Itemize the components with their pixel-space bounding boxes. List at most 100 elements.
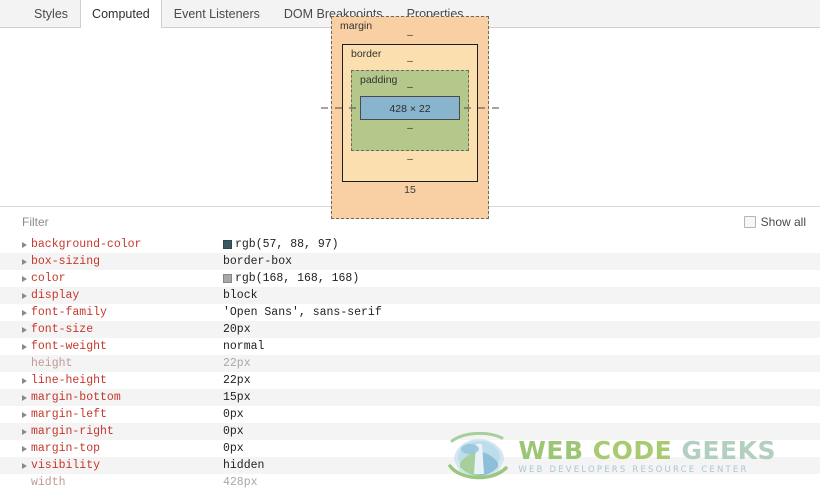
property-name: margin-left bbox=[31, 408, 107, 421]
property-name: visibility bbox=[31, 459, 101, 472]
expand-triangle-icon[interactable] bbox=[22, 309, 27, 316]
show-all-label: Show all bbox=[760, 214, 806, 229]
expand-triangle-icon[interactable] bbox=[22, 292, 27, 299]
tab-styles[interactable]: Styles bbox=[22, 0, 80, 27]
property-row[interactable]: height 22px bbox=[0, 355, 820, 372]
property-name: height bbox=[31, 357, 73, 370]
property-value-wrap: normal bbox=[223, 340, 264, 353]
expand-triangle-icon[interactable] bbox=[22, 445, 27, 452]
property-value: normal bbox=[223, 340, 265, 353]
box-model-margin-top-value[interactable]: – bbox=[342, 27, 478, 44]
property-row[interactable]: margin-left 0px bbox=[0, 406, 820, 423]
expand-triangle-icon[interactable] bbox=[22, 343, 27, 350]
expand-triangle-icon[interactable] bbox=[22, 411, 27, 418]
property-value: rgb(57, 88, 97) bbox=[235, 238, 339, 251]
property-value-wrap: 22px bbox=[223, 357, 251, 370]
property-value-wrap: 0px bbox=[223, 408, 244, 421]
expand-triangle-icon[interactable] bbox=[22, 394, 27, 401]
property-value: hidden bbox=[223, 459, 265, 472]
box-model-margin-bottom-value[interactable]: 15 bbox=[342, 182, 478, 198]
property-value: 15px bbox=[223, 391, 251, 404]
box-model-content-size: 428 × 22 bbox=[389, 102, 431, 115]
property-value-wrap: 'Open Sans', sans-serif bbox=[223, 306, 382, 319]
property-name: width bbox=[31, 476, 66, 489]
property-value-wrap: 428px bbox=[223, 476, 258, 489]
property-row[interactable]: margin-right 0px bbox=[0, 423, 820, 440]
expand-triangle-placeholder-icon bbox=[22, 361, 27, 367]
property-row[interactable]: display block bbox=[0, 287, 820, 304]
property-name: line-height bbox=[31, 374, 107, 387]
expand-triangle-placeholder-icon bbox=[22, 480, 27, 486]
tab-computed[interactable]: Computed bbox=[80, 0, 162, 28]
property-value: 0px bbox=[223, 442, 244, 455]
property-value: rgb(168, 168, 168) bbox=[235, 272, 360, 285]
property-name: font-family bbox=[31, 306, 107, 319]
expand-triangle-icon[interactable] bbox=[22, 258, 27, 265]
property-row[interactable]: margin-bottom 15px bbox=[0, 389, 820, 406]
box-model-border-left-value[interactable] bbox=[335, 107, 342, 108]
expand-triangle-icon[interactable] bbox=[22, 377, 27, 384]
property-value-wrap: rgb(168, 168, 168) bbox=[223, 272, 359, 285]
property-value-wrap: rgb(57, 88, 97) bbox=[223, 238, 339, 251]
property-value: border-box bbox=[223, 255, 293, 268]
expand-triangle-icon[interactable] bbox=[22, 275, 27, 282]
box-model-padding-box[interactable]: padding – 428 × 22 – bbox=[321, 69, 499, 151]
property-row[interactable]: font-size 20px bbox=[0, 321, 820, 338]
property-row[interactable]: margin-top 0px bbox=[0, 440, 820, 457]
box-model-border-top-value[interactable]: – bbox=[351, 53, 469, 70]
color-swatch-icon[interactable] bbox=[223, 274, 232, 283]
property-name: font-size bbox=[31, 323, 94, 336]
box-model-border-bottom-value[interactable]: – bbox=[351, 151, 469, 167]
show-all-toggle[interactable]: Show all bbox=[743, 214, 806, 229]
expand-triangle-icon[interactable] bbox=[22, 241, 27, 248]
tab-event-listeners[interactable]: Event Listeners bbox=[162, 0, 272, 27]
property-value: 'Open Sans', sans-serif bbox=[223, 306, 382, 319]
color-swatch-icon[interactable] bbox=[223, 240, 232, 249]
property-row[interactable]: width 428px bbox=[0, 474, 820, 491]
box-model-padding-top-value[interactable]: – bbox=[360, 79, 460, 96]
property-row[interactable]: color rgb(168, 168, 168) bbox=[0, 270, 820, 287]
property-name: color bbox=[31, 272, 66, 285]
property-name: display bbox=[31, 289, 80, 302]
property-name: margin-right bbox=[31, 425, 114, 438]
property-row[interactable]: background-color rgb(57, 88, 97) bbox=[0, 236, 820, 253]
expand-triangle-icon[interactable] bbox=[22, 428, 27, 435]
property-value: block bbox=[223, 289, 258, 302]
box-model-margin-left-value[interactable] bbox=[321, 107, 328, 108]
property-row[interactable]: box-sizing border-box bbox=[0, 253, 820, 270]
property-row[interactable]: visibility hidden bbox=[0, 457, 820, 474]
property-name: background-color bbox=[31, 238, 142, 251]
box-model-padding-bottom-value[interactable]: – bbox=[360, 120, 460, 136]
property-value-wrap: 20px bbox=[223, 323, 251, 336]
property-value: 22px bbox=[223, 374, 251, 387]
computed-properties-list: background-color rgb(57, 88, 97) box-sizin… bbox=[0, 236, 820, 491]
property-value: 20px bbox=[223, 323, 251, 336]
show-all-checkbox[interactable] bbox=[743, 215, 756, 228]
box-model-margin-right-value[interactable] bbox=[492, 107, 499, 108]
box-model-border-box[interactable]: border – padding – 428 × 22 – – bbox=[321, 43, 499, 182]
box-model-border-right-value[interactable] bbox=[478, 107, 485, 108]
box-model-content-box[interactable]: 428 × 22 bbox=[321, 95, 499, 120]
property-row[interactable]: font-family 'Open Sans', sans-serif bbox=[0, 304, 820, 321]
filter-input[interactable] bbox=[22, 214, 322, 229]
property-value: 22px bbox=[223, 357, 251, 370]
property-value: 428px bbox=[223, 476, 258, 489]
property-value-wrap: 22px bbox=[223, 374, 251, 387]
property-name: font-weight bbox=[31, 340, 107, 353]
property-row[interactable]: font-weight normal bbox=[0, 338, 820, 355]
expand-triangle-icon[interactable] bbox=[22, 326, 27, 333]
property-value-wrap: 0px bbox=[223, 442, 244, 455]
property-value-wrap: block bbox=[223, 289, 258, 302]
box-model-panel: margin – border – padding – 428 × 22 – –… bbox=[0, 15, 820, 219]
property-name: margin-top bbox=[31, 442, 101, 455]
box-model-padding-right-value[interactable] bbox=[464, 107, 471, 108]
property-row[interactable]: line-height 22px bbox=[0, 372, 820, 389]
property-value: 0px bbox=[223, 408, 244, 421]
box-model-margin-box[interactable]: margin – border – padding – 428 × 22 – –… bbox=[321, 15, 499, 219]
box-model-padding-left-value[interactable] bbox=[349, 107, 356, 108]
property-name: box-sizing bbox=[31, 255, 101, 268]
property-name: margin-bottom bbox=[31, 391, 121, 404]
property-value: 0px bbox=[223, 425, 244, 438]
property-value-wrap: 0px bbox=[223, 425, 244, 438]
expand-triangle-icon[interactable] bbox=[22, 462, 27, 469]
